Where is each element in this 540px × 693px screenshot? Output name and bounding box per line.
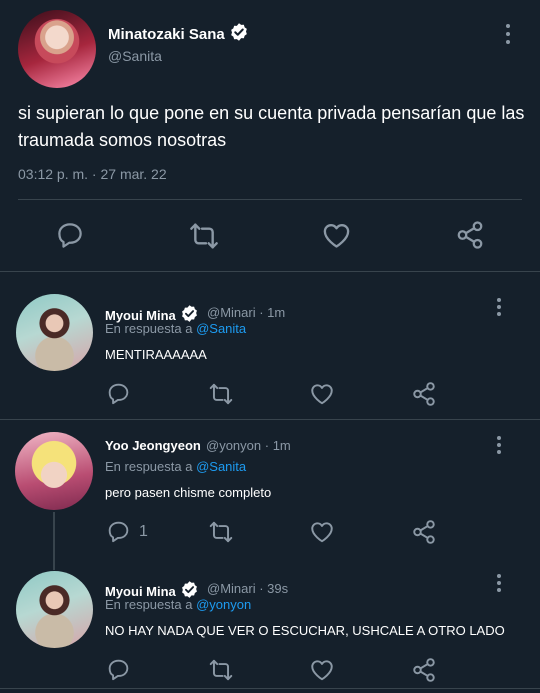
divider (0, 688, 540, 689)
author-handle[interactable]: @Minari (207, 581, 256, 596)
author-handle-time: @yonyon · 1m (206, 438, 291, 453)
retweet-icon (208, 381, 234, 407)
share-icon (455, 220, 485, 250)
reply-context: En respuesta a @Sanita (105, 321, 246, 336)
like-icon (309, 657, 335, 683)
like-icon (309, 381, 335, 407)
reply-context-label: En respuesta a (105, 459, 193, 474)
reply-context-label: En respuesta a (105, 321, 193, 336)
author-handle-time: @Minari · 39s (207, 581, 288, 596)
post-time[interactable]: · 39s (259, 581, 288, 596)
reply-to-mention[interactable]: @Sanita (196, 459, 246, 474)
avatar[interactable] (18, 10, 96, 88)
avatar[interactable] (16, 294, 93, 371)
author-handle[interactable]: @Minari (207, 305, 256, 320)
share-button[interactable] (411, 657, 437, 683)
divider (0, 271, 540, 272)
reply-context: En respuesta a @Sanita (105, 459, 246, 474)
reply-count: 1 (139, 522, 148, 540)
reply-icon (106, 381, 131, 406)
author-name-text[interactable]: Minatozaki Sana (108, 26, 225, 43)
more-options-icon[interactable] (489, 572, 509, 598)
reply-context-label: En respuesta a (105, 597, 193, 612)
retweet-icon (188, 220, 220, 252)
share-button[interactable] (411, 381, 437, 407)
author-name-text[interactable]: Yoo Jeongyeon (105, 438, 201, 453)
reply-icon (106, 657, 131, 682)
author-name[interactable]: Yoo Jeongyeon (105, 438, 201, 453)
share-icon (411, 519, 437, 545)
tweet-text-line-1: si supieran lo que pone en su cuenta pri… (18, 103, 525, 123)
tweet-text: si supieran lo que pone en su cuenta pri… (18, 100, 528, 154)
retweet-button[interactable] (208, 381, 234, 407)
author-name[interactable]: Minatozaki Sana (108, 22, 249, 43)
retweet-button[interactable] (208, 519, 234, 545)
reply-icon (55, 220, 85, 250)
post-time[interactable]: · 1m (265, 438, 291, 453)
tweet-timestamp[interactable]: 03:12 p. m. · 27 mar. 22 (18, 166, 167, 182)
share-button[interactable] (411, 519, 437, 545)
divider (18, 199, 522, 200)
retweet-button[interactable] (188, 220, 220, 252)
reply-icon (106, 519, 131, 544)
thread-connector (53, 512, 55, 570)
share-icon (411, 381, 437, 407)
retweet-icon (208, 657, 234, 683)
tweet-text: pero pasen chisme completo (105, 485, 272, 500)
retweet-button[interactable] (208, 657, 234, 683)
reply-button[interactable] (106, 657, 139, 682)
more-options-icon[interactable] (489, 434, 509, 460)
more-options-icon[interactable] (489, 296, 509, 322)
reply-to-mention[interactable]: @yonyon (196, 597, 251, 612)
avatar[interactable] (15, 432, 93, 510)
like-button[interactable] (321, 220, 352, 251)
reply-to-mention[interactable]: @Sanita (196, 321, 246, 336)
author-handle[interactable]: @yonyon (206, 438, 261, 453)
like-icon (309, 519, 335, 545)
post-time[interactable]: · 1m (259, 305, 285, 320)
tweet-text: NO HAY NADA QUE VER O ESCUCHAR, USHCALE … (105, 623, 505, 638)
tweet-text-line-2: traumada somos nosotras (18, 130, 227, 150)
retweet-icon (208, 519, 234, 545)
like-button[interactable] (309, 381, 335, 407)
more-options-icon[interactable] (498, 22, 518, 48)
share-icon (411, 657, 437, 683)
tweet-text: MENTIRAAAAAA (105, 347, 207, 362)
divider (0, 419, 540, 420)
verified-badge-icon (229, 22, 249, 42)
reply-button[interactable]: 1 (106, 519, 148, 544)
author-handle-time: @Minari · 1m (207, 305, 285, 320)
share-button[interactable] (455, 220, 485, 250)
like-button[interactable] (309, 519, 335, 545)
like-icon (321, 220, 352, 251)
avatar[interactable] (16, 571, 93, 648)
reply-button[interactable] (55, 220, 85, 250)
reply-button[interactable] (106, 381, 139, 406)
reply-context: En respuesta a @yonyon (105, 597, 251, 612)
author-handle[interactable]: @Sanita (108, 48, 162, 64)
like-button[interactable] (309, 657, 335, 683)
